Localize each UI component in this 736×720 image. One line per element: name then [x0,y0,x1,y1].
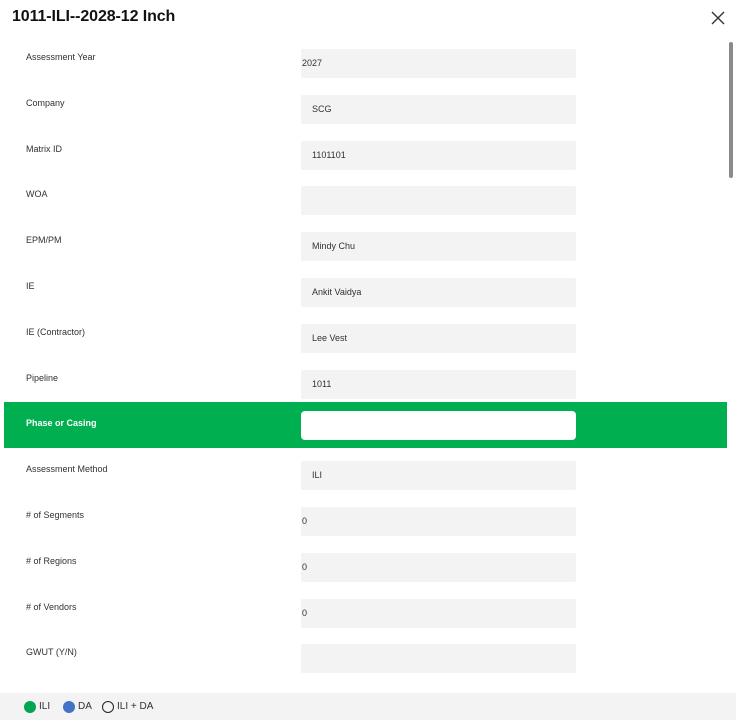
blue-dot-icon [63,701,75,713]
segments-field[interactable]: 0 [301,506,576,536]
field-label: Phase or Casing [26,418,97,429]
field-label: Company [26,97,65,108]
row-company: Company SCG [4,82,727,128]
row-epm-pm: EPM/PM Mindy Chu [4,219,727,265]
legend: ILI DA ILI + DA [0,693,736,720]
epm-pm-field[interactable]: Mindy Chu [301,232,576,262]
green-dot-icon [24,701,36,713]
field-label: Assessment Method [26,464,108,475]
dialog-header: 1011-ILI--2028-12 Inch [0,0,736,36]
assessment-method-field[interactable]: ILI [301,461,576,491]
matrix-id-field[interactable]: 1101101 [301,140,576,170]
close-button[interactable] [706,6,730,30]
field-label: # of Vendors [26,601,77,612]
row-assessment-year: Assessment Year 2027 [4,36,727,82]
field-label: # of Regions [26,555,77,566]
row-ie-contractor: IE (Contractor) Lee Vest [4,311,727,357]
legend-label: ILI [39,701,51,712]
row-pipeline: Pipeline 1011 [4,357,727,403]
row-gwut: GWUT (Y/N) [4,631,727,677]
field-label: IE (Contractor) [26,326,86,337]
field-label: IE [26,280,35,291]
field-label: WOA [26,189,48,200]
phase-or-casing-field[interactable] [301,411,576,441]
row-regions: # of Regions 0 [4,540,727,586]
row-matrix-id: Matrix ID 1101101 [4,128,727,174]
company-field[interactable]: SCG [301,94,576,124]
field-label: Pipeline [26,372,59,383]
row-woa: WOA [4,173,727,219]
ie-contractor-field[interactable]: Lee Vest [301,323,576,353]
row-vendors: # of Vendors 0 [4,586,727,632]
scrollbar[interactable] [727,36,736,685]
legend-label: ILI + DA [117,701,154,712]
field-label: Matrix ID [26,143,62,154]
dialog-title: 1011-ILI--2028-12 Inch [12,8,176,25]
close-icon [711,11,725,25]
field-label: GWUT (Y/N) [26,647,77,658]
outline-dot-icon [102,701,114,713]
row-phase-or-casing: Phase or Casing [4,402,727,449]
form-body: Assessment Year 2027 Company SCG Matrix … [4,36,727,685]
legend-label: DA [78,701,92,712]
field-label: Assessment Year [26,52,96,62]
row-ie: IE Ankit Vaidya [4,265,727,311]
scroll-thumb[interactable] [729,42,733,178]
vendors-field[interactable]: 0 [301,598,576,628]
row-segments: # of Segments 0 [4,494,727,540]
field-label: # of Segments [26,509,85,520]
gwut-field[interactable] [301,644,576,674]
assessment-year-field[interactable]: 2027 [301,49,576,78]
regions-field[interactable]: 0 [301,552,576,582]
field-label: EPM/PM [26,235,62,246]
row-assessment-method: Assessment Method ILI [4,448,727,494]
woa-field[interactable] [301,186,576,216]
pipeline-field[interactable]: 1011 [301,369,576,399]
ie-field[interactable]: Ankit Vaidya [301,277,576,307]
